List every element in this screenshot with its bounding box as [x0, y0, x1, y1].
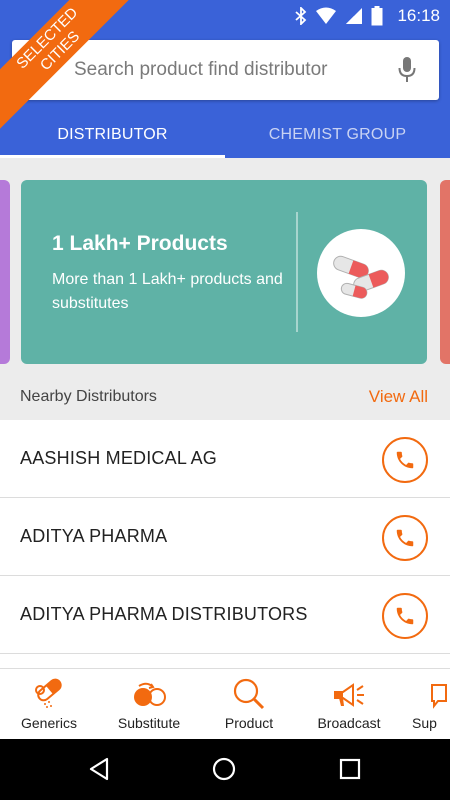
- wifi-icon: [315, 7, 337, 25]
- call-button[interactable]: [382, 515, 428, 561]
- banner-card[interactable]: 1 Lakh+ Products More than 1 Lakh+ produ…: [21, 180, 427, 364]
- tab-chemist-group[interactable]: CHEMIST GROUP: [225, 112, 450, 158]
- signal-icon: [345, 7, 363, 25]
- recents-icon[interactable]: [337, 756, 363, 787]
- app-header: 16:18 Search product find distributor DI…: [0, 0, 450, 158]
- search-icon: [231, 669, 267, 711]
- bottom-navigation: Generics Substitute Product Broadcast Su…: [0, 668, 450, 739]
- nav-broadcast-label: Broadcast: [317, 715, 381, 731]
- list-item[interactable]: ADITYA PHARMA DISTRIBUTORS: [0, 576, 450, 654]
- bluetooth-icon: [295, 7, 307, 25]
- tab-bar: DISTRIBUTOR CHEMIST GROUP: [0, 112, 450, 158]
- nearby-distributors-title: Nearby Distributors: [20, 388, 157, 405]
- distributor-list: AASHISH MEDICAL AG ADITYA PHARMA ADITYA …: [0, 420, 450, 654]
- distributor-name: AASHISH MEDICAL AG: [20, 448, 217, 468]
- nav-support[interactable]: Sup: [412, 669, 450, 740]
- banner-subtitle: More than 1 Lakh+ products and substitut…: [52, 271, 283, 312]
- substitute-icon: [131, 669, 167, 711]
- next-banner-card[interactable]: [440, 180, 450, 364]
- distributor-name: ADITYA PHARMA DISTRIBUTORS: [20, 604, 308, 624]
- nav-substitute[interactable]: Substitute: [108, 669, 190, 740]
- back-icon[interactable]: [87, 756, 113, 787]
- nav-substitute-label: Substitute: [117, 715, 181, 731]
- nav-product[interactable]: Product: [208, 669, 290, 740]
- phone-icon: [396, 529, 414, 547]
- tab-distributor-label: DISTRIBUTOR: [57, 126, 168, 143]
- battery-icon: [371, 6, 383, 26]
- list-item[interactable]: AASHISH MEDICAL AG: [0, 420, 450, 498]
- nav-generics-label: Generics: [20, 715, 78, 731]
- tab-chemist-group-label: CHEMIST GROUP: [268, 126, 407, 143]
- search-input[interactable]: Search product find distributor: [74, 59, 327, 81]
- main-content: 1 Lakh+ Products More than 1 Lakh+ produ…: [0, 158, 450, 668]
- nav-generics[interactable]: Generics: [8, 669, 90, 740]
- previous-banner-card[interactable]: [0, 180, 10, 364]
- home-icon[interactable]: [211, 756, 237, 787]
- list-item[interactable]: ADITYA PHARMA: [0, 498, 450, 576]
- status-time: 16:18: [397, 6, 440, 25]
- nav-product-label: Product: [224, 715, 274, 731]
- support-icon: [412, 669, 450, 711]
- phone-icon: [396, 451, 414, 469]
- system-navigation-bar: [0, 739, 450, 800]
- pills-icon: [31, 669, 67, 711]
- banner-carousel[interactable]: 1 Lakh+ Products More than 1 Lakh+ produ…: [0, 158, 450, 420]
- banner-title: 1 Lakh+ Products: [52, 232, 228, 255]
- nav-support-label: Sup: [412, 715, 437, 731]
- tab-distributor[interactable]: DISTRIBUTOR: [0, 112, 225, 158]
- megaphone-icon: [331, 669, 367, 711]
- distributor-name: ADITYA PHARMA: [20, 526, 168, 546]
- capsules-icon: [317, 229, 405, 317]
- view-all-link[interactable]: View All: [369, 387, 428, 407]
- phone-icon: [396, 607, 414, 625]
- nav-broadcast[interactable]: Broadcast: [308, 669, 390, 740]
- call-button[interactable]: [382, 437, 428, 483]
- microphone-icon[interactable]: [397, 56, 417, 89]
- call-button[interactable]: [382, 593, 428, 639]
- banner-divider: [296, 212, 298, 332]
